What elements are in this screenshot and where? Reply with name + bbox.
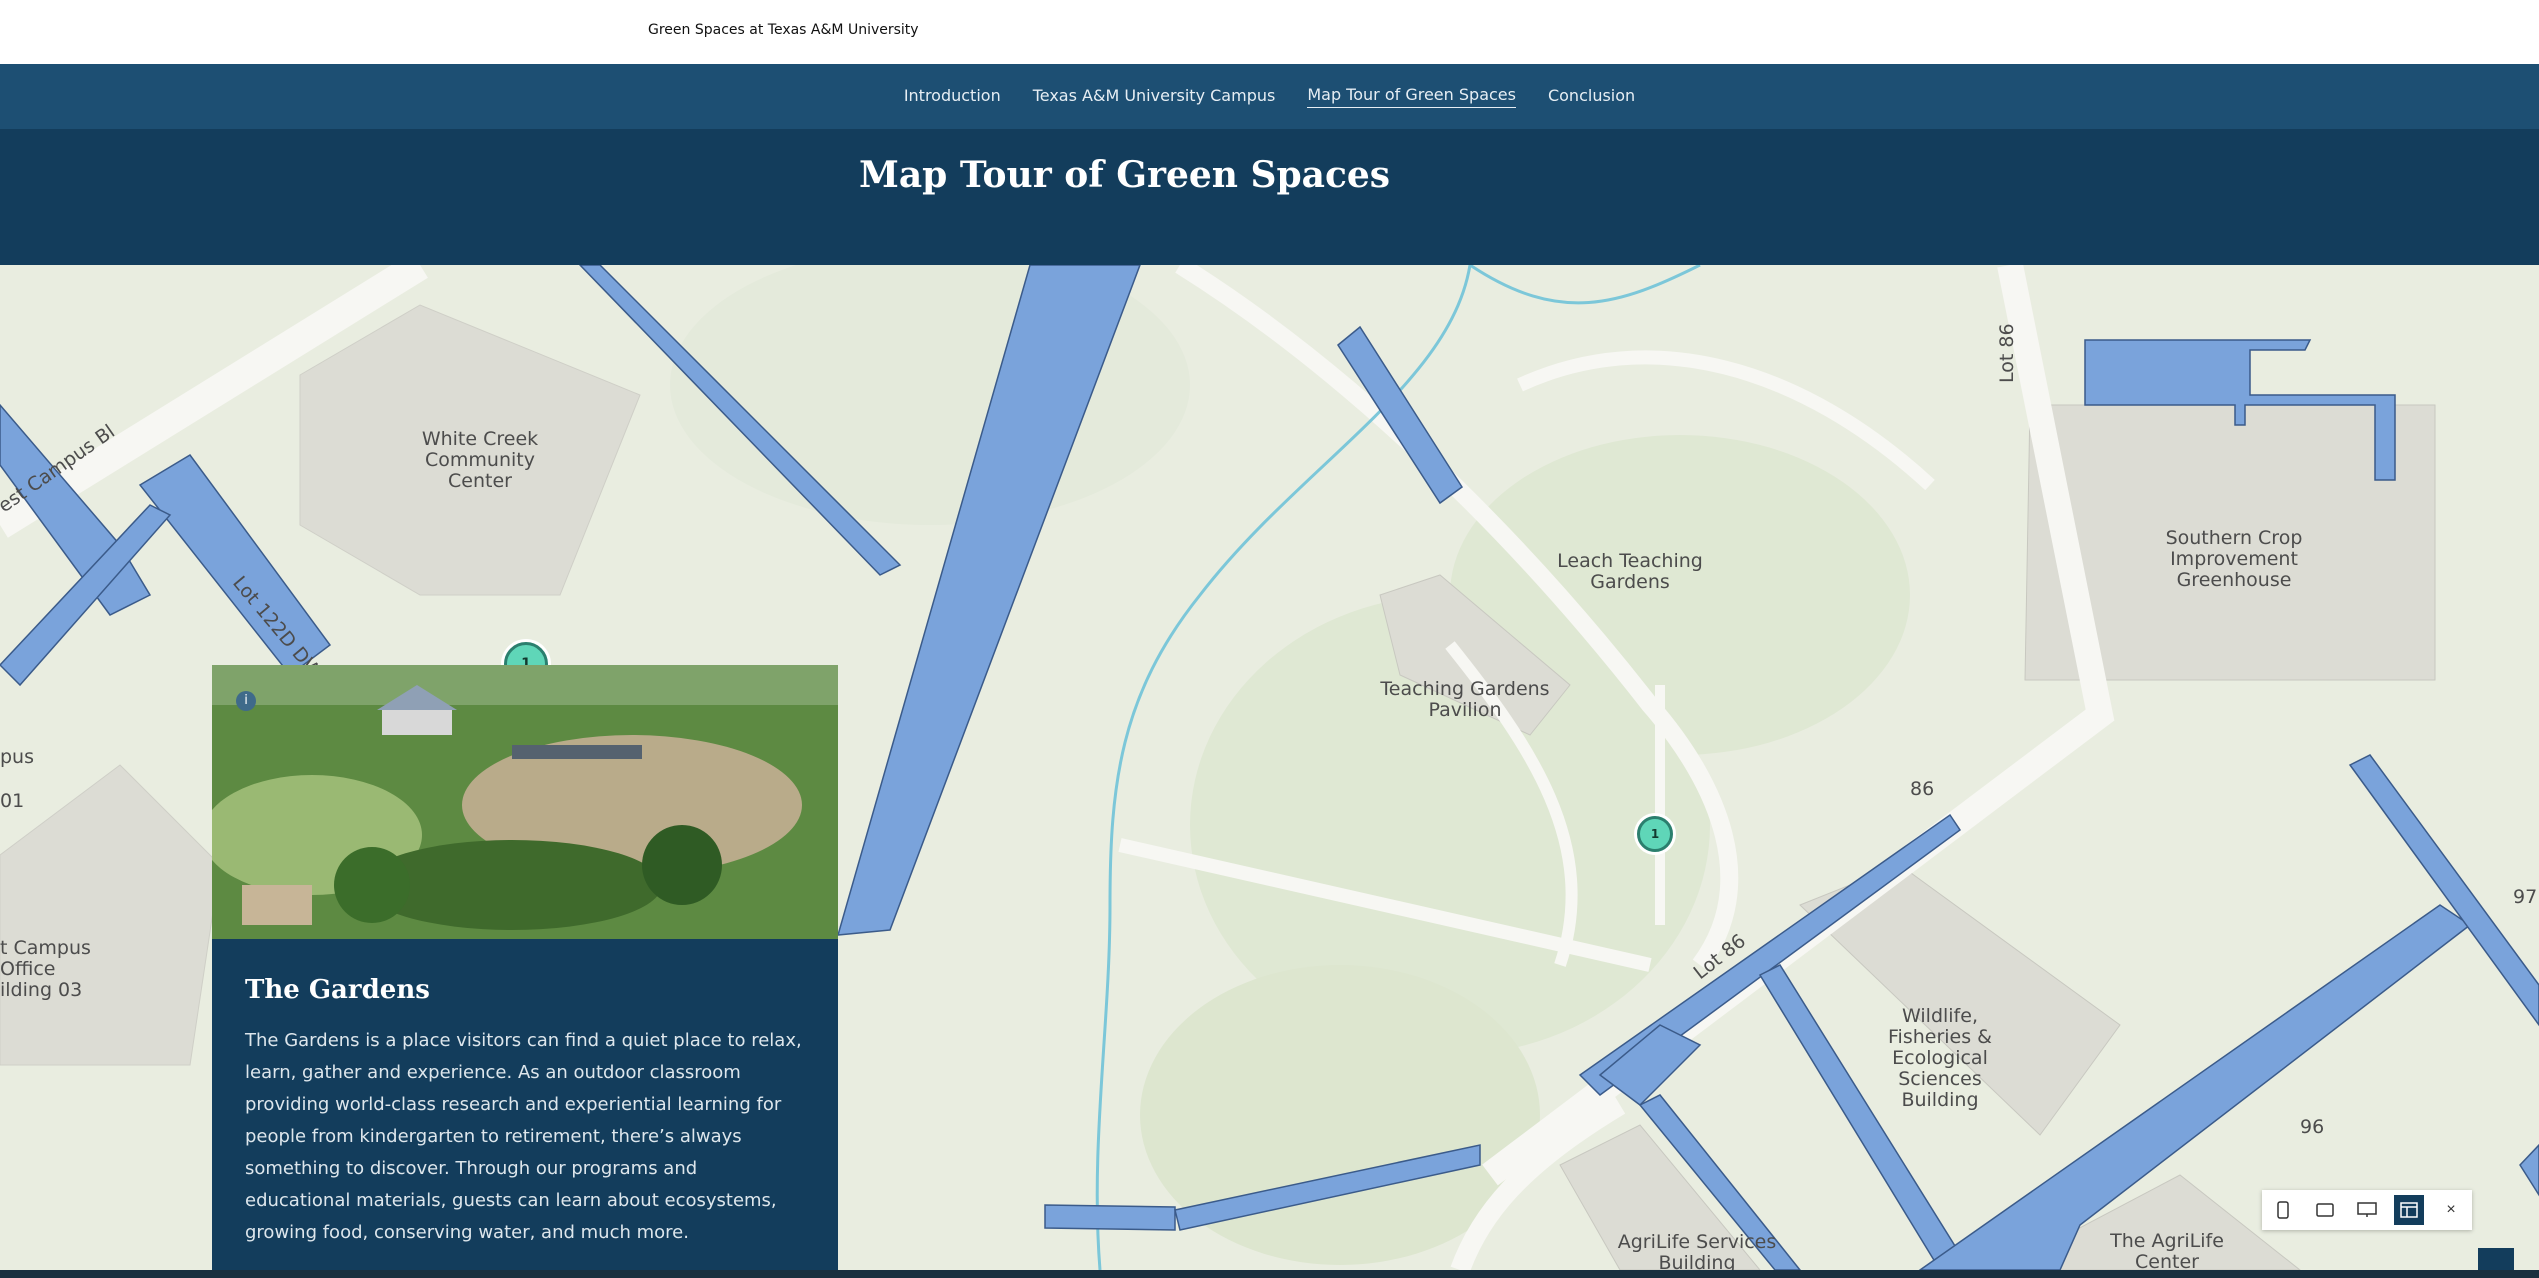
nav-map-tour[interactable]: Map Tour of Green Spaces	[1307, 85, 1516, 108]
site-title[interactable]: Green Spaces at Texas A&M University	[648, 22, 919, 38]
svg-text:Office: Office	[0, 958, 55, 980]
map-label-wildlife: Wildlife,	[1902, 1005, 1978, 1027]
tour-marker-1-location[interactable]: 1	[1637, 816, 1673, 852]
layout-icon[interactable]	[2394, 1195, 2424, 1225]
map-label-agrilife-services: AgriLife Services	[1618, 1231, 1777, 1253]
page-title: Map Tour of Green Spaces	[859, 154, 1391, 196]
svg-text:01: 01	[0, 790, 24, 812]
svg-text:Gardens: Gardens	[1590, 571, 1670, 593]
svg-text:Pavilion: Pavilion	[1429, 699, 1502, 721]
svg-text:Greenhouse: Greenhouse	[2177, 569, 2292, 591]
svg-text:Sciences: Sciences	[1898, 1068, 1982, 1090]
svg-text:Community: Community	[425, 449, 535, 471]
nav-links: Introduction Texas A&M University Campus…	[0, 64, 2539, 129]
svg-text:Center: Center	[2135, 1251, 2199, 1270]
map-label-agrilife-center: The AgriLife	[2109, 1230, 2224, 1252]
svg-text:Center: Center	[448, 470, 512, 492]
nav-conclusion[interactable]: Conclusion	[1548, 86, 1635, 108]
site-header: Green Spaces at Texas A&M University	[0, 0, 2539, 64]
svg-text:Building: Building	[1658, 1252, 1735, 1270]
map-label-lot-86: 86	[1910, 778, 1934, 800]
map-label-lot-86-vertical: Lot 86	[1996, 323, 2018, 383]
svg-text:Ecological: Ecological	[1892, 1047, 1988, 1069]
map-label-southern-crop: Southern Crop	[2166, 527, 2303, 549]
svg-text:Fisheries &: Fisheries &	[1888, 1026, 1992, 1048]
map-label-pavilion: Teaching Gardens	[1379, 678, 1549, 700]
tour-card: i The Gardens The Gardens is a place vis…	[212, 665, 838, 1270]
preview-toolbar: ×	[2262, 1190, 2472, 1230]
corner-action-button[interactable]	[2478, 1248, 2514, 1272]
map-label-white-creek: White Creek	[422, 428, 538, 450]
nav-campus[interactable]: Texas A&M University Campus	[1033, 86, 1276, 108]
info-icon[interactable]: i	[236, 691, 256, 711]
svg-text:pus: pus	[0, 746, 34, 768]
svg-text:ilding 03: ilding 03	[0, 979, 82, 1001]
svg-text:Improvement: Improvement	[2170, 548, 2298, 570]
desktop-icon[interactable]	[2352, 1195, 2382, 1225]
nav-bar: Introduction Texas A&M University Campus…	[0, 64, 2539, 129]
map-label-west-campus-office: t Campus	[0, 937, 91, 959]
section-header: Map Tour of Green Spaces	[0, 129, 2539, 265]
nav-introduction[interactable]: Introduction	[904, 86, 1001, 108]
map-label-leach-gardens: Leach Teaching	[1557, 550, 1703, 572]
phone-icon[interactable]	[2268, 1195, 2298, 1225]
svg-text:Building: Building	[1901, 1089, 1978, 1111]
map-label-lot-97: 97	[2513, 886, 2537, 908]
bottom-strip	[0, 1270, 2539, 1278]
map-label-lot-96: 96	[2300, 1116, 2324, 1138]
gardens-photo	[212, 665, 838, 939]
card-title: The Gardens	[245, 975, 430, 1005]
close-icon[interactable]: ×	[2436, 1195, 2466, 1225]
tablet-icon[interactable]	[2310, 1195, 2340, 1225]
card-body: The Gardens is a place visitors can find…	[245, 1030, 802, 1243]
